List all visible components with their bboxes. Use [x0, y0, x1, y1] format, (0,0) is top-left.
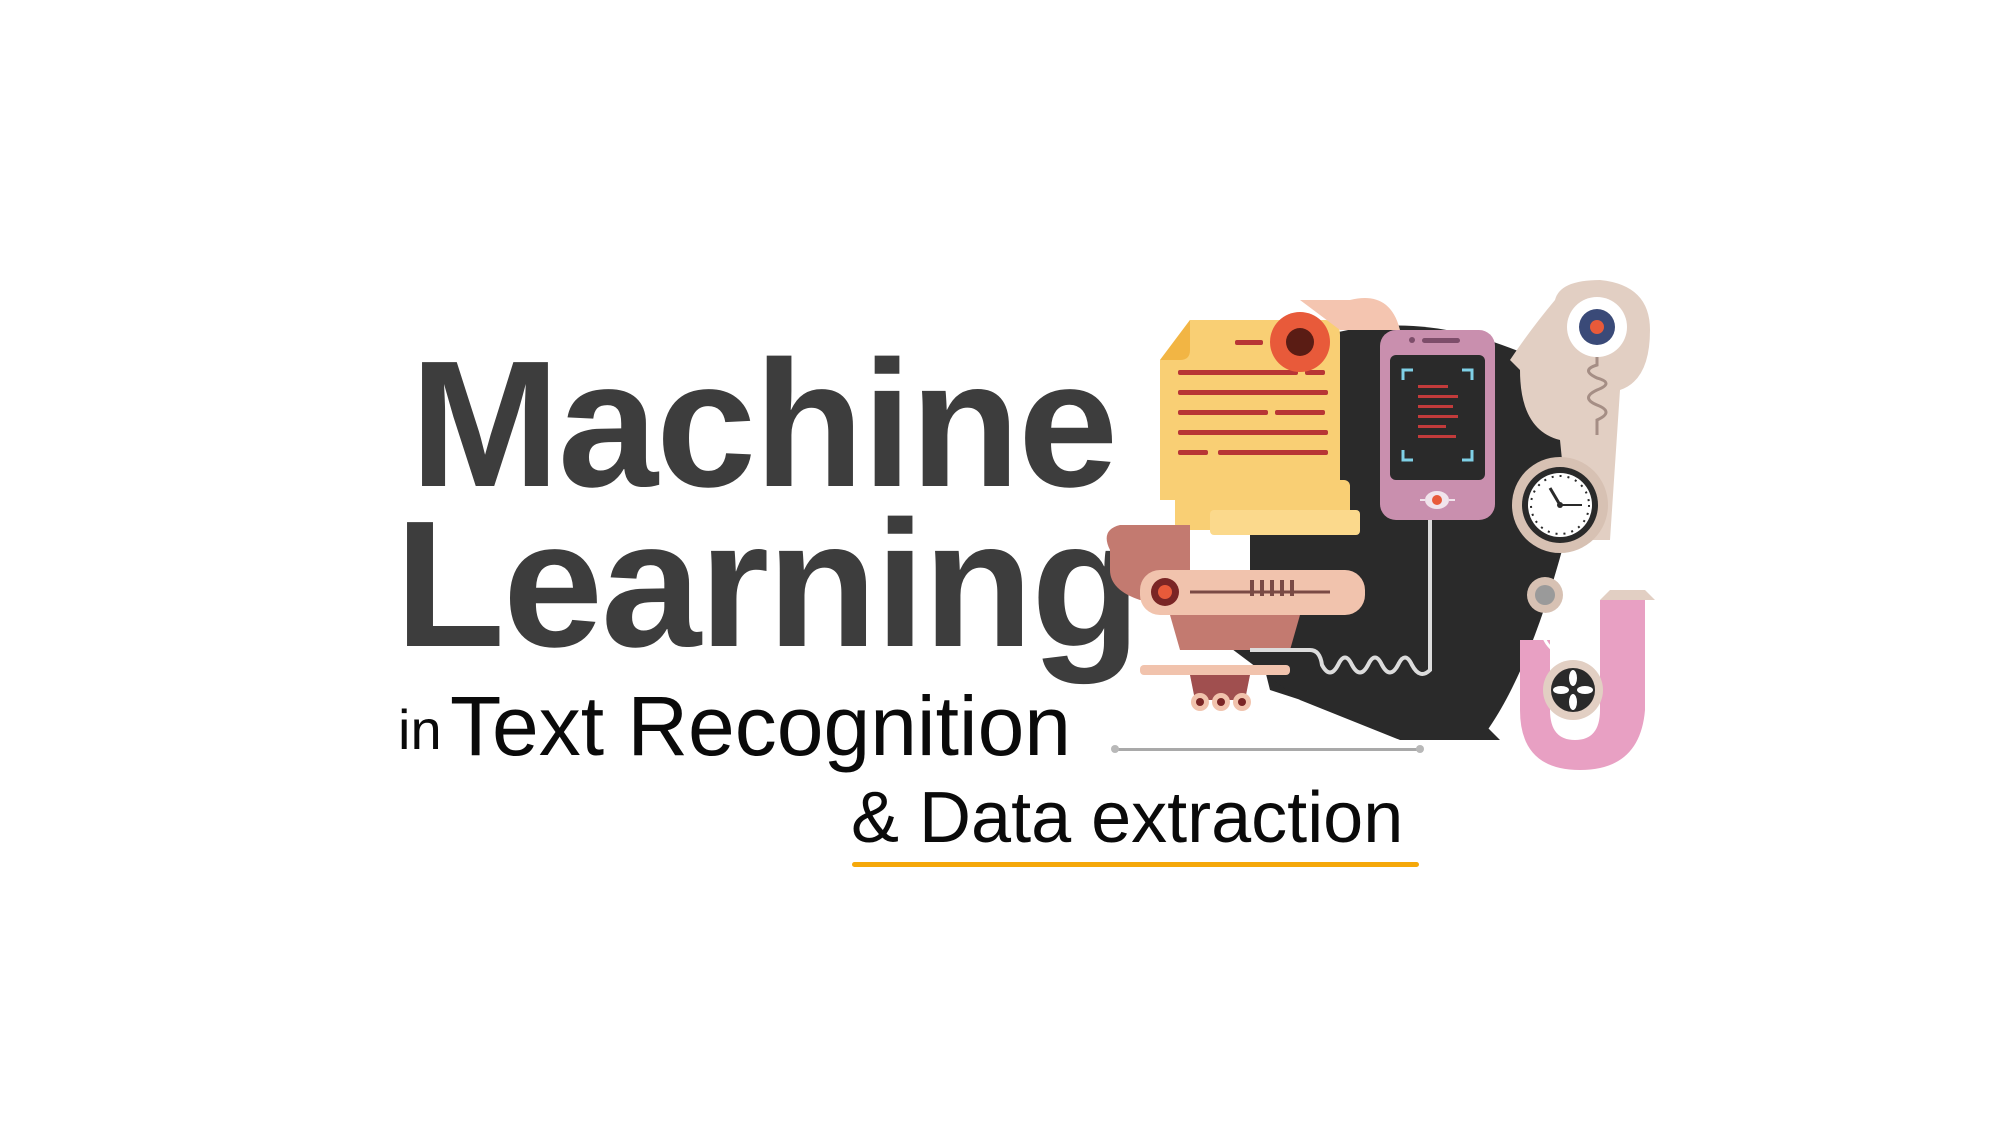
smartphone-scan-icon: [1380, 330, 1495, 520]
machine-illustration: [1106, 280, 1655, 770]
title-learning: Learning: [395, 484, 1141, 685]
accent-underline: [852, 862, 1419, 867]
document-icon: [1160, 320, 1360, 535]
subtitle-data-extraction: & Data extraction: [851, 778, 1404, 858]
subtitle-text-recognition: Text Recognition: [450, 679, 1072, 773]
subtitle-prefix: in: [398, 698, 442, 761]
clock-gauge-icon: [1512, 457, 1608, 553]
fan-icon: [1543, 660, 1603, 720]
